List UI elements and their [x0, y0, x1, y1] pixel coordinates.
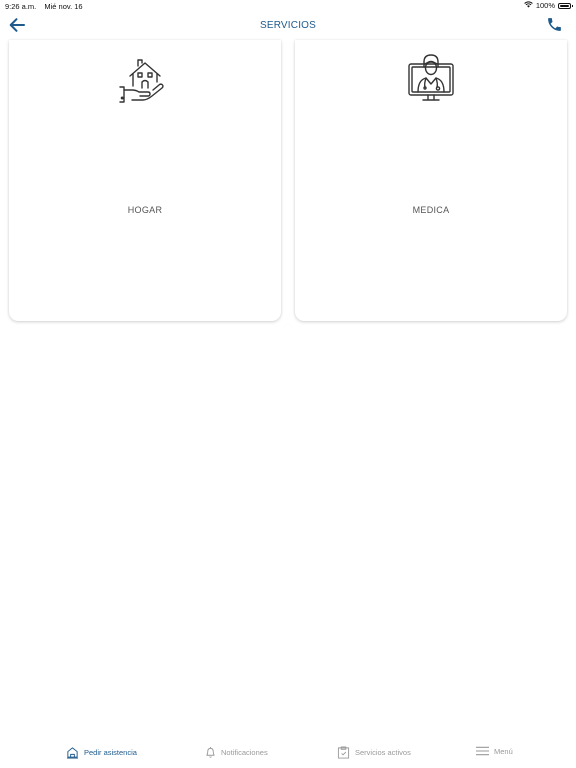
- battery-fill: [560, 4, 569, 7]
- service-card-hogar[interactable]: HOGAR: [9, 40, 281, 321]
- doctor-monitor-icon: [405, 54, 457, 104]
- wifi-icon: [524, 1, 533, 10]
- tab-label: Servicios activos: [355, 748, 411, 757]
- status-time: 9:26 a.m.: [5, 2, 37, 11]
- tab-pedir-asistencia[interactable]: Pedir asistencia: [66, 746, 137, 759]
- tab-notificaciones[interactable]: Notificaciones: [205, 746, 268, 759]
- nav-bar: SERVICIOS: [0, 12, 576, 40]
- status-date: Mié nov. 16: [44, 2, 83, 11]
- tab-menu[interactable]: Menú: [476, 746, 513, 756]
- battery-percent: 100%: [535, 1, 555, 10]
- clipboard-icon: [337, 746, 350, 759]
- home-hand-icon: [119, 54, 171, 104]
- bell-icon: [205, 746, 216, 759]
- tab-label: Menú: [494, 746, 513, 756]
- menu-icon: [476, 746, 489, 756]
- call-button[interactable]: [546, 16, 566, 36]
- tab-label: Pedir asistencia: [84, 748, 137, 757]
- status-bar: 9:26 a.m. Mié nov. 16 100%: [0, 0, 576, 12]
- service-label-medica: MEDICA: [412, 205, 450, 215]
- assistance-icon: [66, 746, 79, 759]
- tab-bar: Pedir asistencia Notificaciones Servicio…: [0, 738, 576, 768]
- service-label-hogar: HOGAR: [127, 205, 163, 215]
- service-cards: HOGAR MEDICA: [9, 40, 567, 321]
- battery-icon: [558, 2, 573, 9]
- tab-servicios-activos[interactable]: Servicios activos: [337, 746, 411, 759]
- phone-icon: [546, 18, 563, 37]
- status-left: 9:26 a.m. Mié nov. 16: [5, 2, 83, 11]
- status-right: 100%: [524, 1, 573, 10]
- page-title: SERVICIOS: [259, 20, 317, 31]
- service-card-medica[interactable]: MEDICA: [295, 40, 567, 321]
- tab-label: Notificaciones: [221, 748, 268, 757]
